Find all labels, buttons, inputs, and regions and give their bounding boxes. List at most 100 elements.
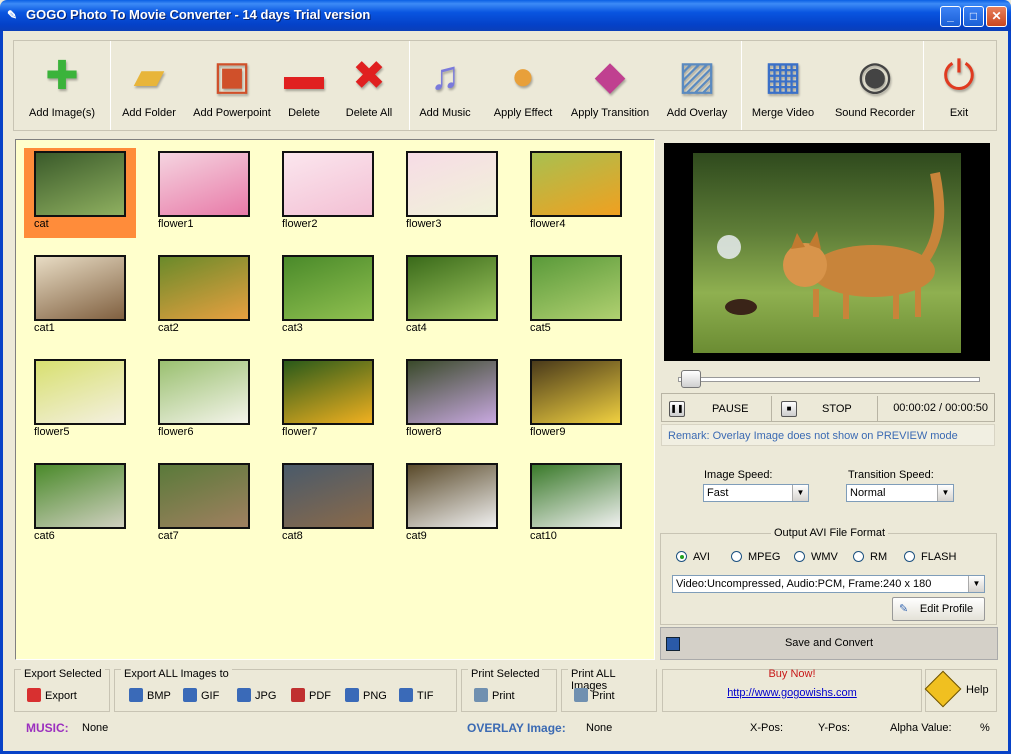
sound-recorder-button[interactable]: ◉ Sound Recorder	[827, 41, 923, 130]
image-thumbnail[interactable]: cat8	[272, 460, 384, 550]
image-thumbnail[interactable]: flower5	[24, 356, 136, 446]
add-music-button[interactable]: ♫ Add Music	[411, 41, 479, 130]
thumbnail-caption: cat3	[282, 322, 303, 334]
image-thumbnail[interactable]: flower7	[272, 356, 384, 446]
minimize-button[interactable]: _	[940, 6, 961, 27]
image-thumbnail[interactable]: cat3	[272, 252, 384, 342]
image-thumbnail[interactable]: flower3	[396, 148, 508, 238]
export-tif-button[interactable]: TIF	[399, 688, 434, 702]
chevron-down-icon[interactable]: ▼	[937, 485, 953, 501]
pause-button[interactable]: ❚❚ PAUSE	[662, 396, 772, 421]
add-powerpoint-button[interactable]: ▣ Add Powerpoint	[190, 41, 274, 130]
print-all-label: Print	[592, 690, 615, 702]
music-value: None	[82, 722, 109, 734]
image-thumbnail[interactable]: cat9	[396, 460, 508, 550]
image-thumbnail[interactable]: cat1	[24, 252, 136, 342]
image-thumbnail[interactable]: cat7	[148, 460, 260, 550]
title-bar[interactable]: ✎ GOGO Photo To Movie Converter - 14 day…	[0, 0, 1011, 31]
export-bmp-button[interactable]: BMP	[129, 688, 171, 702]
apply-effect-button[interactable]: ● Apply Effect	[484, 41, 562, 130]
image-thumbnail[interactable]: cat10	[520, 460, 632, 550]
image-thumbnail[interactable]: flower2	[272, 148, 384, 238]
add-images-button[interactable]: ✚ Add Image(s)	[17, 41, 107, 130]
image-thumbnail[interactable]: cat6	[24, 460, 136, 550]
export-png-button[interactable]: PNG	[345, 688, 387, 702]
delete-all-button[interactable]: ✖ Delete All	[336, 41, 402, 130]
stop-icon: ■	[781, 401, 797, 417]
website-link[interactable]: http://www.gogowishs.com	[663, 687, 921, 699]
image-thumbnail[interactable]: flower1	[148, 148, 260, 238]
buy-now-title: Buy Now!	[768, 668, 816, 680]
export-label: Export	[45, 690, 77, 702]
format-radio-wmv[interactable]: WMV	[794, 551, 838, 563]
print-all-group: Print ALL Images Print	[561, 668, 657, 712]
thumbnail-image	[282, 463, 374, 529]
apply-transition-label: Apply Transition	[570, 107, 650, 119]
image-list[interactable]: cat flower1 flower2 flower3 flower4 cat1 cat2 c…	[15, 139, 655, 660]
palette-icon: ●	[510, 54, 536, 98]
thumbnail-image	[158, 255, 250, 321]
toolbar: ✚ Add Image(s) ▰ Add Folder ▣ Add Powerpoint ▬…	[13, 40, 997, 131]
image-speed-select[interactable]: Fast ▼	[703, 484, 809, 502]
chevron-down-icon[interactable]: ▼	[968, 576, 984, 592]
print-all-button[interactable]: Print	[574, 688, 615, 702]
export-icon	[27, 688, 41, 702]
preview-window	[664, 143, 990, 361]
chevron-down-icon[interactable]: ▼	[792, 485, 808, 501]
help-label: Help	[966, 684, 989, 696]
help-button[interactable]: Help	[924, 670, 989, 708]
delete-button[interactable]: ▬ Delete	[276, 41, 332, 130]
edit-profile-label: Edit Profile	[919, 603, 974, 615]
add-folder-button[interactable]: ▰ Add Folder	[114, 41, 184, 130]
playback-slider[interactable]	[672, 369, 984, 391]
export-jpg-button[interactable]: JPG	[237, 688, 276, 702]
music-label: MUSIC:	[26, 721, 69, 735]
thumbnail-caption: flower5	[34, 426, 70, 438]
thumbnail-caption: flower8	[406, 426, 442, 438]
edit-profile-button[interactable]: ✎ Edit Profile	[892, 597, 985, 621]
format-radio-label: FLASH	[921, 551, 957, 563]
export-format-label: TIF	[417, 690, 434, 702]
export-button[interactable]: Export	[27, 688, 77, 702]
thumbnail-image	[406, 463, 498, 529]
format-radio-label: AVI	[693, 551, 710, 563]
image-thumbnail[interactable]: flower6	[148, 356, 260, 446]
time-display: 00:00:02 / 00:00:50	[893, 402, 988, 414]
add-folder-label: Add Folder	[122, 107, 176, 119]
close-button[interactable]: ✕	[986, 6, 1007, 27]
export-gif-button[interactable]: GIF	[183, 688, 219, 702]
image-thumbnail[interactable]: cat2	[148, 252, 260, 342]
thumbnail-image	[34, 463, 126, 529]
exit-button[interactable]: ⏻ Exit	[924, 41, 994, 130]
format-radio-avi[interactable]: AVI	[676, 551, 710, 563]
image-thumbnail[interactable]: flower9	[520, 356, 632, 446]
x-pos-label: X-Pos:	[750, 722, 784, 734]
format-radio-rm[interactable]: RM	[853, 551, 887, 563]
slider-thumb[interactable]	[680, 370, 701, 388]
export-selected-group: Export Selected Export	[14, 668, 110, 712]
format-radio-mpeg[interactable]: MPEG	[731, 551, 780, 563]
profile-select[interactable]: Video:Uncompressed, Audio:PCM, Frame:240…	[672, 575, 985, 593]
transition-speed-select[interactable]: Normal ▼	[846, 484, 954, 502]
stop-button[interactable]: ■ STOP	[774, 396, 878, 421]
image-thumbnail[interactable]: flower8	[396, 356, 508, 446]
thumbnail-image	[530, 359, 622, 425]
gif-file-icon	[183, 688, 197, 702]
merge-video-button[interactable]: ▦ Merge Video	[744, 41, 822, 130]
maximize-button[interactable]: □	[963, 6, 984, 27]
image-thumbnail[interactable]: flower4	[520, 148, 632, 238]
image-thumbnail[interactable]: cat4	[396, 252, 508, 342]
thumbnail-image	[282, 359, 374, 425]
image-thumbnail[interactable]: cat	[24, 148, 136, 238]
radio-indicator	[731, 551, 742, 562]
save-and-convert-button[interactable]: Save and Convert	[660, 627, 998, 660]
image-speed-value: Fast	[707, 487, 729, 499]
add-overlay-button[interactable]: ▨ Add Overlay	[657, 41, 737, 130]
export-pdf-button[interactable]: PDF	[291, 688, 331, 702]
image-thumbnail[interactable]: cat5	[520, 252, 632, 342]
apply-transition-button[interactable]: ◆ Apply Transition	[567, 41, 653, 130]
thumbnail-image	[34, 151, 126, 217]
exit-label: Exit	[949, 107, 969, 119]
format-radio-flash[interactable]: FLASH	[904, 551, 956, 563]
print-selected-button[interactable]: Print	[474, 688, 515, 702]
